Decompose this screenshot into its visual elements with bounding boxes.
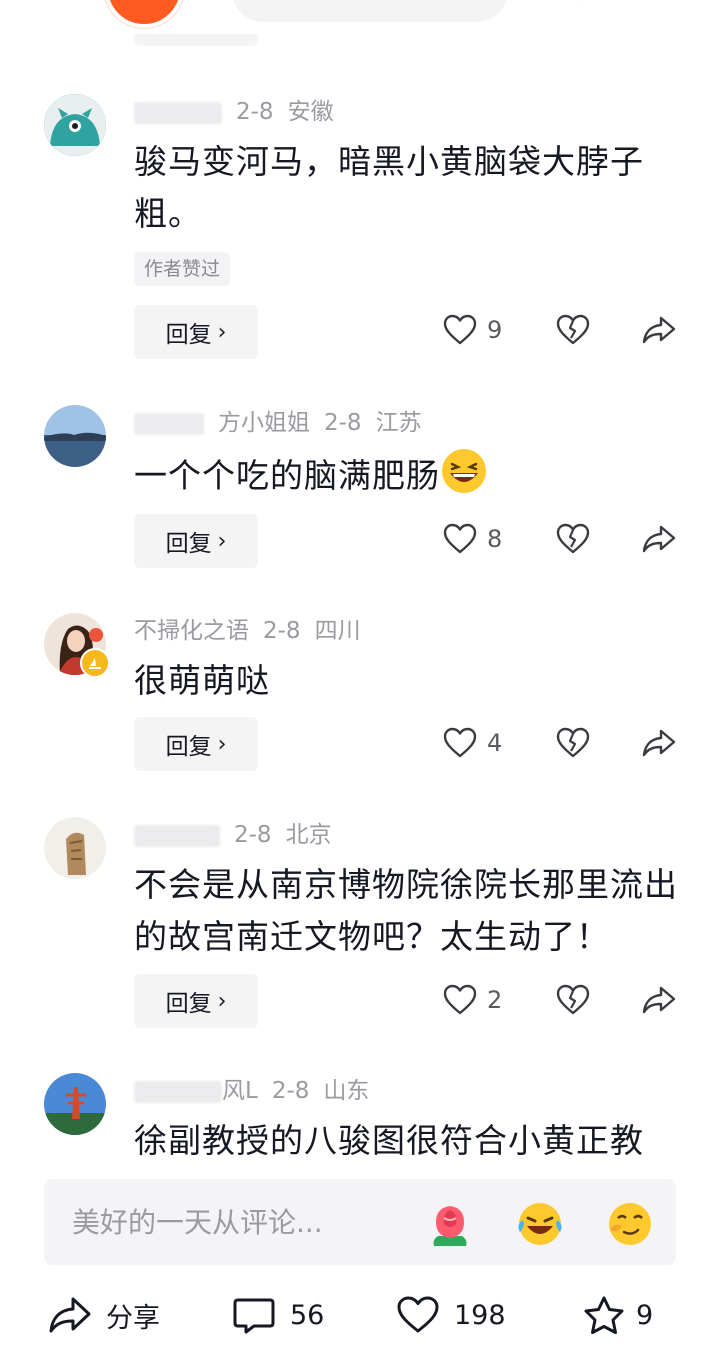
previous-avatar [104, 0, 184, 28]
grin-emoji-icon [442, 449, 486, 493]
comment-location: 安徽 [287, 99, 334, 125]
dislike-button[interactable] [556, 984, 590, 1016]
dislike-button[interactable] [556, 314, 590, 346]
broken-heart-icon [556, 523, 590, 554]
like-count: 2 [487, 986, 503, 1014]
comment-input-placeholder: 美好的一天从评论... [72, 1206, 323, 1239]
heart-outline-icon [397, 1296, 439, 1333]
like-button[interactable]: 2 [443, 984, 502, 1016]
comments-count: 56 [290, 1299, 325, 1331]
share-arrow-icon [49, 1297, 91, 1333]
verified-badge-icon [80, 648, 110, 678]
comment-text: 骏马变河马，暗黑小黄脑袋大脖子粗。 [134, 142, 644, 233]
share-comment-button[interactable] [642, 984, 676, 1016]
comment-meta: 方小姐姐 2-8 江苏 [134, 407, 422, 439]
heart-outline-icon [443, 727, 477, 758]
avatar[interactable] [44, 817, 106, 879]
dislike-button[interactable] [556, 727, 590, 759]
reply-button[interactable]: 回复 › [134, 305, 258, 359]
comment-meta: 2-8 北京 [134, 819, 332, 851]
comment-text: 不会是从南京博物院徐院长那里流出的故宫南迁文物吧？太生动了！ [134, 865, 678, 956]
like-button[interactable]: 9 [443, 314, 502, 346]
avatar[interactable] [44, 1073, 106, 1135]
heart-outline-icon [443, 314, 477, 345]
reply-label: 回复 [165, 734, 212, 760]
chevron-right-icon: › [217, 988, 227, 1014]
previous-reply-remnant [134, 34, 258, 46]
reply-label: 回复 [165, 991, 212, 1017]
reply-button[interactable]: 回复 › [134, 514, 258, 568]
comment-date: 2-8 [271, 1078, 310, 1104]
reply-button[interactable]: 回复 › [134, 717, 258, 771]
share-label: 分享 [106, 1302, 160, 1334]
comment-date: 2-8 [234, 822, 272, 848]
username[interactable]: 风L [222, 1078, 258, 1104]
share-arrow-icon [642, 316, 676, 344]
smirk-emoji-icon[interactable] [604, 1196, 656, 1248]
broken-heart-icon [556, 984, 590, 1015]
reply-label: 回复 [165, 531, 212, 557]
favorite-button[interactable]: 9 [582, 1292, 653, 1338]
comment-text: 很萌萌哒 [134, 661, 270, 700]
share-comment-button[interactable] [642, 727, 676, 759]
username-blurred[interactable] [134, 1080, 222, 1103]
chevron-right-icon: › [217, 731, 227, 757]
reply-label: 回复 [165, 322, 212, 348]
laugh-cry-emoji-icon[interactable] [514, 1196, 566, 1248]
username[interactable]: 方小姐姐 [218, 410, 310, 436]
chevron-right-icon: › [217, 319, 227, 345]
reply-button[interactable]: 回复 › [134, 974, 258, 1028]
comment-text: 一个个吃的脑满肥肠 [134, 447, 684, 502]
avatar[interactable] [44, 405, 106, 467]
previous-pill [232, 0, 508, 22]
share-comment-button[interactable] [642, 523, 676, 555]
share-comment-button[interactable] [642, 314, 676, 346]
comment-location: 北京 [285, 822, 332, 848]
username-blurred[interactable] [134, 824, 220, 847]
heart-outline-icon [443, 523, 477, 554]
author-liked-badge: 作者赞过 [134, 252, 231, 286]
username-blurred[interactable] [134, 412, 204, 435]
comment-text: 徐副教授的八骏图很符合小黄正教 [134, 1121, 644, 1160]
like-count: 9 [487, 316, 503, 344]
comment-date: 2-8 [236, 99, 274, 125]
comment-meta: 风L 2-8 山东 [134, 1075, 369, 1107]
comment-location: 山东 [323, 1078, 370, 1104]
comment-date: 2-8 [324, 410, 362, 436]
username[interactable] [134, 101, 222, 124]
broken-heart-icon [556, 314, 590, 345]
username[interactable]: 不掃化之语 [134, 618, 249, 644]
comment-location: 四川 [314, 618, 361, 644]
share-arrow-icon [642, 986, 676, 1014]
like-post-button[interactable]: 198 [396, 1292, 506, 1338]
like-button[interactable]: 8 [443, 523, 502, 555]
comment-date: 2-8 [263, 618, 301, 644]
rose-emoji-icon[interactable] [424, 1196, 476, 1248]
star-outline-icon [584, 1296, 624, 1334]
heart-outline-icon [443, 984, 477, 1015]
share-arrow-icon [642, 525, 676, 553]
comment-meta: 2-8 安徽 [134, 96, 334, 128]
likes-count: 198 [454, 1299, 506, 1331]
comments-button[interactable]: 56 [232, 1292, 324, 1338]
comment-text-content: 一个个吃的脑满肥肠 [134, 456, 440, 495]
avatar[interactable] [44, 94, 106, 156]
previous-chevron-icon: › [582, 0, 589, 7]
like-button[interactable]: 4 [443, 727, 502, 759]
broken-heart-icon [556, 727, 590, 758]
like-count: 4 [487, 729, 503, 757]
chevron-right-icon: › [217, 528, 227, 554]
favorites-count: 9 [636, 1299, 654, 1331]
like-count: 8 [487, 525, 503, 553]
dislike-button[interactable] [556, 523, 590, 555]
comment-meta: 不掃化之语 2-8 四川 [134, 615, 361, 647]
comment-location: 江苏 [375, 410, 422, 436]
share-arrow-icon [642, 729, 676, 757]
share-button[interactable]: 分享 [48, 1292, 160, 1338]
comment-bubble-icon [233, 1298, 275, 1334]
